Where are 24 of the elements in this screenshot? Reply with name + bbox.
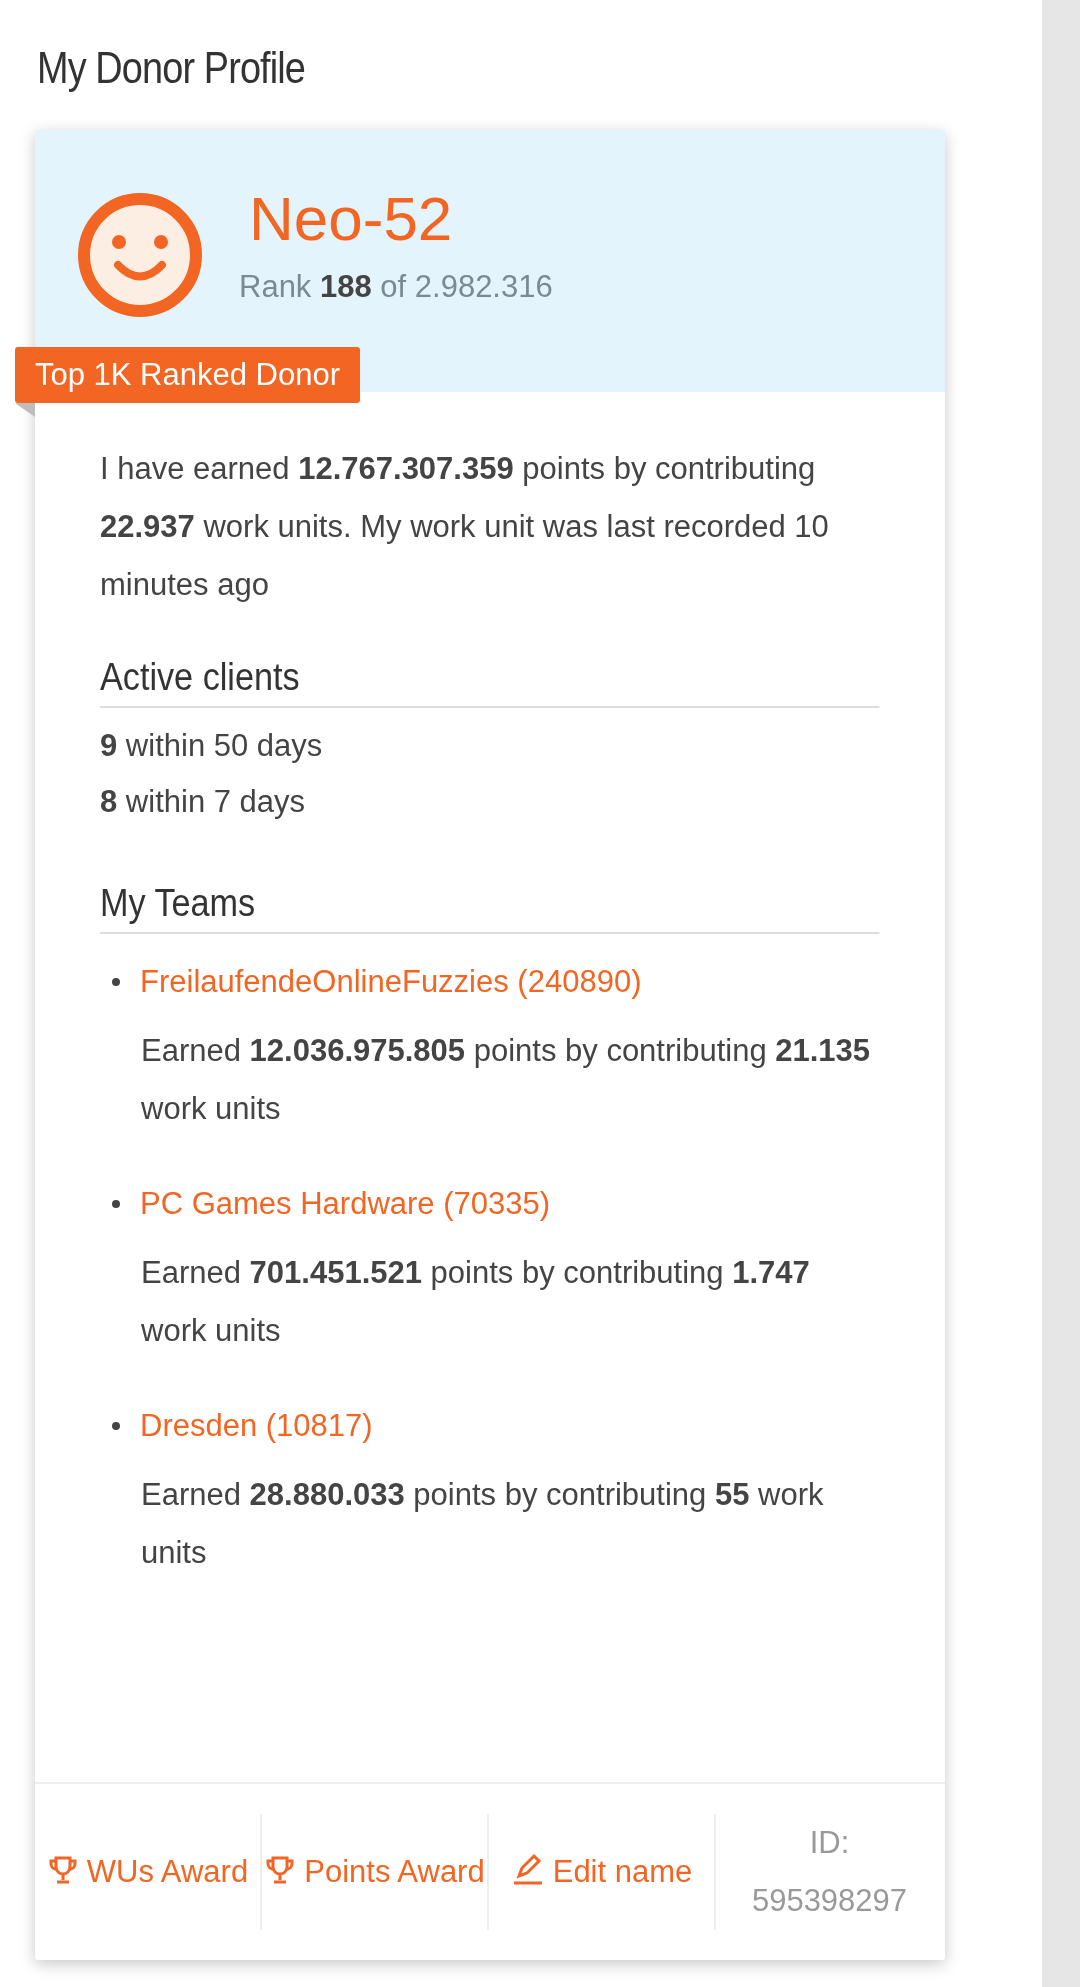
edit-name-link[interactable]: Edit name <box>510 1843 693 1901</box>
trophy-icon <box>264 1854 297 1886</box>
award-link[interactable]: Points Award <box>264 1843 485 1901</box>
rank-badge: Top 1K Ranked Donor <box>15 347 361 403</box>
team-link[interactable]: Dresden (10817) <box>140 1398 373 1454</box>
section-heading: My Teams <box>100 878 880 934</box>
bullet-icon <box>112 1422 120 1430</box>
page-title: My Donor Profile <box>37 42 306 94</box>
summary-text: I have earned 12.767.307.359 points by contributing 22.937 work units. My work unit was last recorded 10 minutes ago <box>100 450 830 604</box>
client-count-text: 9 within 50 days <box>100 727 324 765</box>
team-stats-text: Earned 701.451.521 points by contributing 1.747 work units <box>141 1254 811 1350</box>
donor-id-text: ID: 595398297 <box>750 1824 909 1920</box>
smiley-avatar-icon <box>77 192 203 318</box>
bullet-icon <box>112 978 120 986</box>
team-stats-text: Earned 28.880.033 points by contributing 55 work units <box>141 1476 825 1572</box>
award-link[interactable]: WUs Award <box>46 1843 249 1901</box>
bullet-icon <box>112 1200 120 1208</box>
section-heading: Active clients <box>100 652 880 708</box>
client-count-text: 8 within 7 days <box>100 783 307 821</box>
team-link[interactable]: FreilaufendeOnlineFuzzies (240890) <box>140 954 642 1010</box>
team-stats-text: Earned 12.036.975.805 points by contributing 21.135 work units <box>141 1032 872 1128</box>
rank-text: Rank 188 of 2.982.316 <box>239 268 553 306</box>
team-link[interactable]: PC Games Hardware (70335) <box>140 1176 551 1232</box>
donor-name: Neo-52 <box>249 184 454 254</box>
